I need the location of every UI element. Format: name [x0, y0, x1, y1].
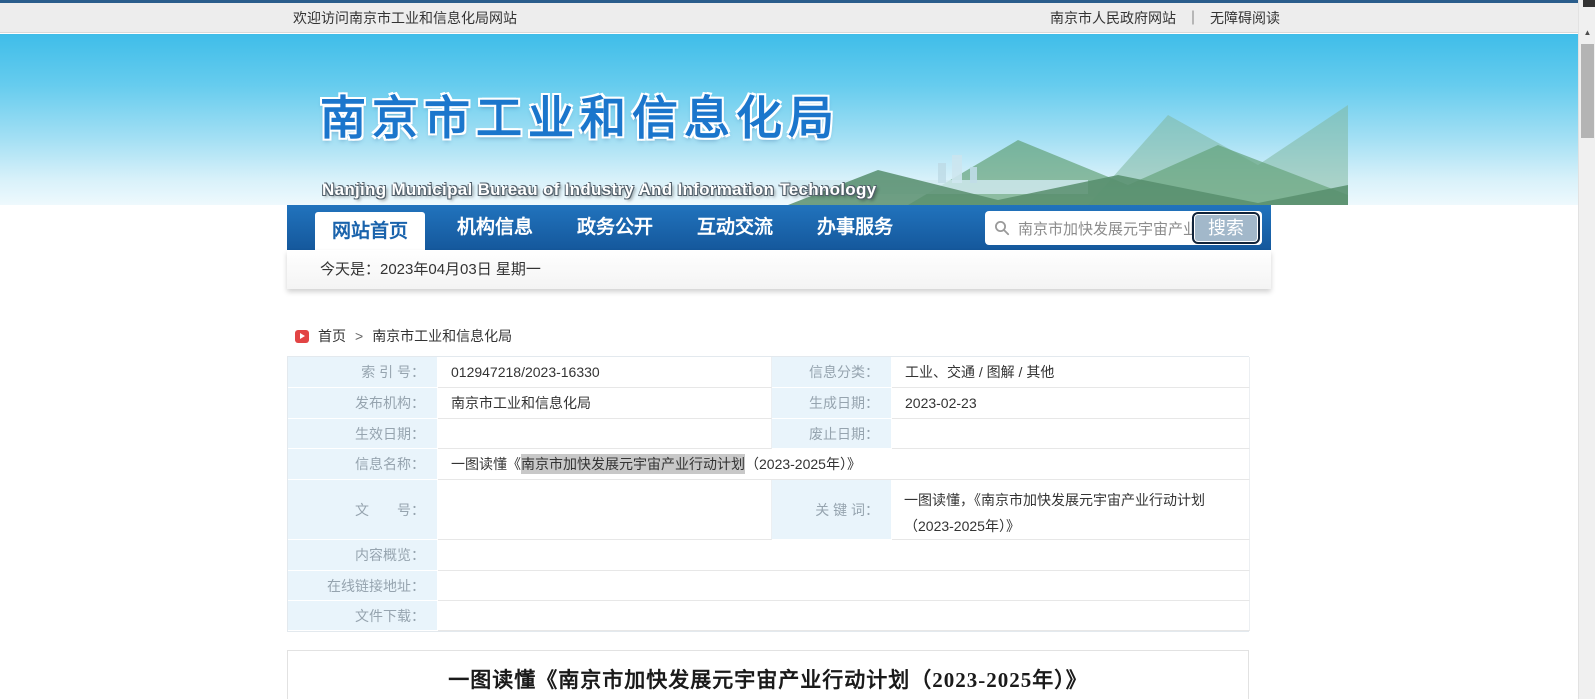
breadcrumb-separator: > [355, 328, 363, 344]
nav-tab-gov-affairs[interactable]: 政务公开 [565, 205, 665, 250]
document-info-table: 索 引 号： 012947218/2023-16330 信息分类： 工业、交通 … [287, 356, 1249, 632]
vertical-scrollbar[interactable]: ▲ [1578, 0, 1595, 699]
keywords-value: 一图读懂，《南京市加快发展元宇宙产业行动计划（2023-2025年）》 [892, 480, 1250, 540]
scroll-up-arrow-icon[interactable]: ▲ [1579, 24, 1595, 41]
online-link-label: 在线链接地址： [288, 571, 438, 601]
search-button[interactable]: 搜索 [1195, 215, 1257, 241]
site-title: 南京市工业和信息化局 [320, 82, 840, 148]
article-panel: 一图读懂《南京市加快发展元宇宙产业行动计划（2023-2025年）》 [287, 650, 1249, 699]
site-subtitle: Nanjing Municipal Bureau of Industry And… [322, 180, 876, 200]
header-banner: 南京市工业和信息化局 Nanjing Municipal Bureau of I… [0, 34, 1578, 205]
generate-date-value: 2023-02-23 [892, 388, 1250, 419]
nav-tab-home[interactable]: 网站首页 [315, 212, 425, 251]
search-icon [994, 220, 1010, 236]
info-name-selected-text: 南京市加快发展元宇宙产业行动计划 [521, 454, 745, 474]
keywords-label: 关 键 词： [772, 480, 892, 540]
expiry-date-label: 废止日期： [772, 419, 892, 449]
info-name-label: 信息名称： [288, 449, 438, 480]
scrollbar-thumb[interactable] [1581, 44, 1594, 138]
overview-label: 内容概览： [288, 540, 438, 571]
doc-number-label: 文 号： [288, 480, 438, 540]
breadcrumb-home-icon [295, 330, 309, 343]
search-box: 搜索 [985, 211, 1262, 245]
publisher-value: 南京市工业和信息化局 [438, 388, 772, 419]
welcome-text: 欢迎访问南京市工业和信息化局网站 [293, 8, 517, 28]
effective-date-value [438, 419, 772, 449]
search-button-focus-ring: 搜索 [1192, 212, 1260, 244]
info-name-prefix: 一图读懂《 [451, 454, 521, 474]
gov-site-link[interactable]: 南京市人民政府网站 [1050, 8, 1176, 28]
overview-value [438, 540, 1250, 571]
info-name-value: 一图读懂《南京市加快发展元宇宙产业行动计划（2023-2025年）》 [438, 449, 1250, 480]
topbar-divider: ｜ [1186, 8, 1200, 28]
page: 欢迎访问南京市工业和信息化局网站 南京市人民政府网站 ｜ 无障碍阅读 南京市工业… [0, 0, 1595, 699]
file-download-label: 文件下载： [288, 601, 438, 631]
info-name-suffix: （2023-2025年）》 [745, 454, 861, 474]
doc-number-value [438, 480, 772, 540]
search-input[interactable] [1018, 220, 1192, 237]
main-nav: 网站首页 机构信息 政务公开 互动交流 办事服务 搜索 [287, 205, 1271, 250]
file-download-value [438, 601, 1250, 631]
expiry-date-value [892, 419, 1250, 449]
effective-date-label: 生效日期： [288, 419, 438, 449]
date-bar: 今天是：2023年04月03日 星期一 [287, 250, 1271, 289]
window-corner-notch [1583, 0, 1595, 7]
breadcrumb-current: 南京市工业和信息化局 [372, 326, 512, 346]
article-title: 一图读懂《南京市加快发展元宇宙产业行动计划（2023-2025年）》 [288, 664, 1248, 694]
nav-tabs: 网站首页 机构信息 政务公开 互动交流 办事服务 [315, 205, 905, 250]
nav-tab-interaction[interactable]: 互动交流 [685, 205, 785, 250]
breadcrumb: 首页 > 南京市工业和信息化局 [295, 326, 512, 346]
category-label: 信息分类： [772, 357, 892, 388]
index-number-value: 012947218/2023-16330 [438, 357, 772, 388]
online-link-value [438, 571, 1250, 601]
category-value: 工业、交通 / 图解 / 其他 [892, 357, 1250, 388]
today-date-text: 今天是：2023年04月03日 星期一 [320, 261, 541, 278]
generate-date-label: 生成日期： [772, 388, 892, 419]
publisher-label: 发布机构： [288, 388, 438, 419]
nav-tab-org-info[interactable]: 机构信息 [445, 205, 545, 250]
index-number-label: 索 引 号： [288, 357, 438, 388]
accessibility-link[interactable]: 无障碍阅读 [1210, 8, 1280, 28]
nav-tab-services[interactable]: 办事服务 [805, 205, 905, 250]
breadcrumb-home-link[interactable]: 首页 [318, 326, 346, 346]
topbar: 欢迎访问南京市工业和信息化局网站 南京市人民政府网站 ｜ 无障碍阅读 [0, 3, 1578, 33]
